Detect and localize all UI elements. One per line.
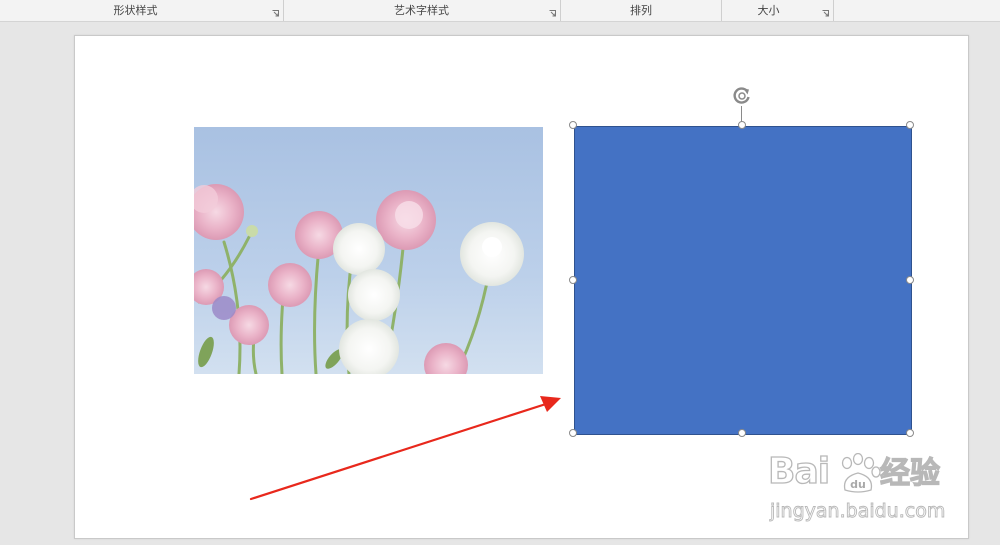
ribbon-group-arrange: 排列 <box>561 0 722 21</box>
blue-rectangle-shape[interactable] <box>574 126 912 435</box>
resize-handle-right[interactable] <box>906 276 914 284</box>
flower-photo-image <box>194 127 543 374</box>
watermark-logo-du: du <box>850 478 866 491</box>
dialog-launcher-icon[interactable] <box>822 10 829 17</box>
ribbon-group-wordart-styles: 艺术字样式 <box>283 0 561 21</box>
resize-handle-top-left[interactable] <box>569 121 577 129</box>
resize-handle-bottom-right[interactable] <box>906 429 914 437</box>
ribbon-group-strip: 形状样式 艺术字样式 排列 大小 <box>0 0 1000 22</box>
resize-handle-top-right[interactable] <box>906 121 914 129</box>
baidu-watermark: Bai du 经验 jingyan.baidu.com <box>767 451 968 532</box>
watermark-url: jingyan.baidu.com <box>770 500 946 523</box>
ribbon-group-shape-styles: 形状样式 <box>0 0 284 21</box>
resize-handle-bottom-left[interactable] <box>569 429 577 437</box>
watermark-logo-text: Bai <box>767 451 830 492</box>
ribbon-group-size: 大小 <box>722 0 834 21</box>
resize-handle-top[interactable] <box>738 121 746 129</box>
baidu-paw-icon: du <box>841 453 881 493</box>
resize-handle-left[interactable] <box>569 276 577 284</box>
dialog-launcher-icon[interactable] <box>549 10 556 17</box>
ribbon-group-label: 形状样式 <box>113 4 158 17</box>
ribbon-group-label: 艺术字样式 <box>394 4 449 17</box>
dialog-launcher-icon[interactable] <box>272 10 279 17</box>
watermark-cn-text: 经验 <box>879 455 940 491</box>
resize-handle-bottom[interactable] <box>738 429 746 437</box>
flower-photo[interactable] <box>194 127 543 374</box>
ribbon-group-label: 排列 <box>630 4 652 17</box>
rotate-handle-icon[interactable] <box>731 85 753 107</box>
ribbon-group-label: 大小 <box>757 4 780 17</box>
